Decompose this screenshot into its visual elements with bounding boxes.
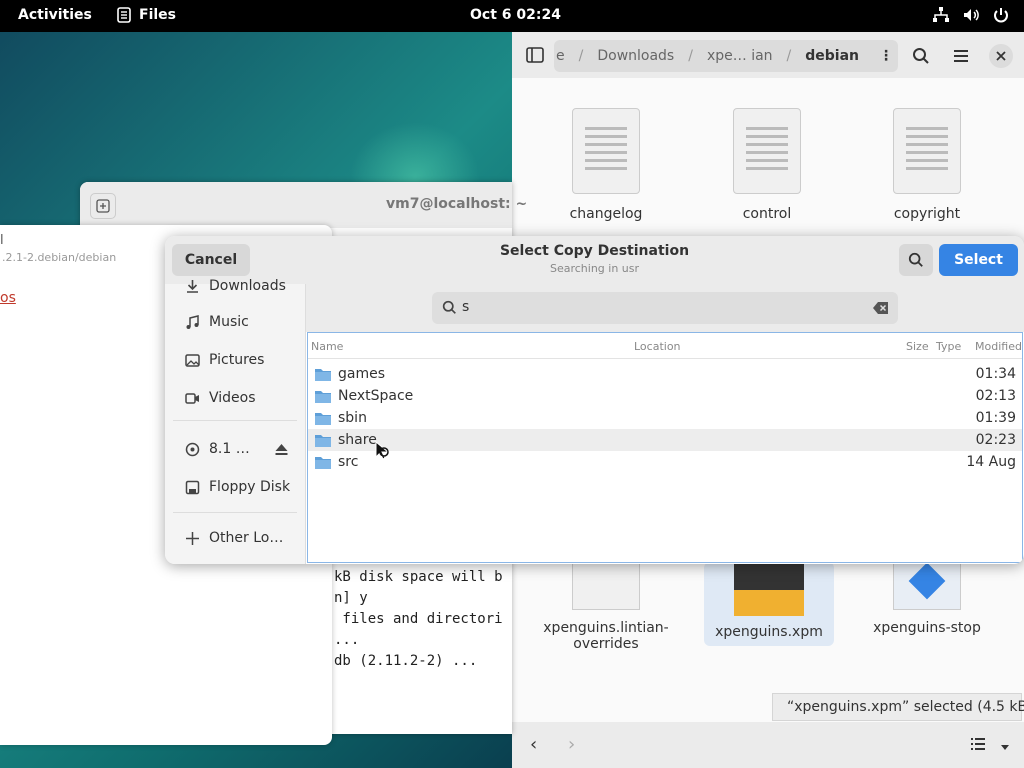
mouse-cursor-icon bbox=[375, 441, 390, 460]
column-location[interactable]: Location bbox=[634, 340, 681, 353]
sidebar-item-floppy[interactable]: Floppy Disk bbox=[185, 475, 290, 499]
eject-icon[interactable] bbox=[274, 442, 289, 457]
table-row[interactable]: games 01:34 bbox=[308, 363, 1022, 385]
clear-search-icon[interactable] bbox=[873, 302, 889, 314]
file-item[interactable]: changelog bbox=[541, 108, 671, 222]
places-sidebar: Downloads Music Pictures Videos 8.1 … Fl… bbox=[165, 278, 306, 564]
floppy-icon bbox=[185, 480, 200, 494]
volume-icon bbox=[964, 9, 979, 21]
path-segment[interactable]: e bbox=[556, 48, 565, 64]
search-icon bbox=[442, 300, 456, 314]
path-segment-current[interactable]: debian bbox=[805, 48, 859, 64]
selection-status: “xpenguins.xpm” selected (4.5 kB) bbox=[772, 693, 1024, 721]
files-app-icon bbox=[117, 7, 131, 23]
column-type[interactable]: Type bbox=[936, 340, 961, 353]
file-item-selected[interactable]: xpenguins.xpm bbox=[704, 562, 834, 646]
sidebar-toggle-icon[interactable] bbox=[524, 44, 546, 66]
search-bar: s bbox=[306, 284, 1024, 332]
path-menu-icon[interactable]: ⋮ bbox=[879, 48, 893, 64]
search-icon bbox=[908, 252, 923, 267]
music-icon bbox=[186, 314, 199, 329]
package-title: l bbox=[0, 233, 4, 248]
folder-icon bbox=[315, 413, 331, 425]
search-icon[interactable] bbox=[910, 45, 932, 67]
search-query: s bbox=[462, 299, 470, 315]
list-view-icon[interactable] bbox=[970, 736, 986, 755]
dialog-subtitle: Searching in usr bbox=[549, 262, 640, 275]
search-toggle-button[interactable] bbox=[899, 244, 933, 276]
table-row[interactable]: sbin 01:39 bbox=[308, 407, 1022, 429]
search-input[interactable]: s bbox=[432, 292, 898, 324]
path-segment[interactable]: xpe… ian bbox=[707, 48, 773, 64]
terminal-headerbar: vm7@localhost: ~ bbox=[80, 182, 527, 228]
terminal-title: vm7@localhost: ~ bbox=[386, 196, 528, 212]
table-row[interactable]: NextSpace 02:13 bbox=[308, 385, 1022, 407]
videos-icon bbox=[185, 392, 199, 404]
power-icon bbox=[994, 8, 1008, 23]
column-name[interactable]: Name bbox=[311, 340, 343, 353]
dialog-title: Select Copy Destination bbox=[499, 243, 690, 259]
folder-icon bbox=[315, 435, 331, 447]
folder-icon bbox=[315, 369, 331, 381]
activities-button[interactable]: Activities bbox=[18, 7, 92, 23]
clock[interactable]: Oct 6 02:24 bbox=[470, 7, 561, 23]
text-file-icon bbox=[572, 564, 640, 610]
path-bar[interactable]: e / Downloads / xpe… ian / debian ⋮ bbox=[554, 40, 898, 72]
file-item[interactable]: xpenguins.lintian-overrides bbox=[541, 564, 671, 652]
folder-icon bbox=[315, 391, 331, 403]
back-icon[interactable]: ‹ bbox=[530, 734, 537, 755]
network-icon bbox=[933, 7, 949, 22]
list-header: Name Location Size Type Modified bbox=[308, 333, 1022, 359]
plus-icon bbox=[186, 531, 199, 545]
executable-file-icon bbox=[893, 562, 961, 610]
select-destination-dialog: Select Copy Destination Searching in usr… bbox=[165, 236, 1024, 564]
close-icon[interactable] bbox=[989, 44, 1013, 68]
column-modified[interactable]: Modified bbox=[975, 340, 1022, 353]
folder-icon bbox=[315, 457, 331, 469]
text-file-icon bbox=[893, 108, 961, 194]
app-menu[interactable]: Files bbox=[117, 7, 176, 23]
disc-icon bbox=[185, 442, 200, 456]
files-bottom-bar: ‹ › bbox=[512, 722, 1024, 768]
package-link[interactable]: os bbox=[0, 290, 16, 306]
file-item[interactable]: copyright bbox=[862, 108, 992, 222]
sidebar-item-music[interactable]: Music bbox=[185, 310, 249, 334]
table-row[interactable]: share 02:23 bbox=[308, 429, 1022, 451]
file-item[interactable]: xpenguins-stop bbox=[862, 562, 992, 636]
forward-icon[interactable]: › bbox=[568, 734, 575, 755]
download-icon bbox=[187, 279, 198, 293]
top-bar: Activities Files Oct 6 02:24 bbox=[0, 0, 1024, 32]
sidebar-item-videos[interactable]: Videos bbox=[185, 386, 256, 410]
new-tab-icon[interactable] bbox=[90, 193, 116, 219]
text-file-icon bbox=[733, 108, 801, 194]
menu-icon[interactable] bbox=[950, 45, 972, 67]
text-file-icon bbox=[572, 108, 640, 194]
package-version: .2.1-2.debian/debian bbox=[2, 251, 117, 264]
sidebar-item-downloads[interactable]: Downloads bbox=[185, 274, 286, 298]
terminal-output[interactable]: kB disk space will b n] y files and direc… bbox=[334, 567, 503, 672]
sidebar-item-other-locations[interactable]: Other Lo… bbox=[185, 526, 283, 550]
file-item[interactable]: control bbox=[702, 108, 832, 222]
column-size[interactable]: Size bbox=[906, 340, 929, 353]
sidebar-item-disc[interactable]: 8.1 … bbox=[185, 437, 289, 461]
cancel-button[interactable]: Cancel bbox=[172, 244, 250, 276]
sidebar-item-pictures[interactable]: Pictures bbox=[185, 348, 264, 372]
image-thumbnail-icon bbox=[734, 564, 804, 616]
files-headerbar: e / Downloads / xpe… ian / debian ⋮ bbox=[512, 32, 1024, 78]
table-row[interactable]: src 14 Aug bbox=[308, 451, 1022, 473]
path-segment[interactable]: Downloads bbox=[597, 48, 674, 64]
select-button[interactable]: Select bbox=[939, 244, 1018, 276]
app-name: Files bbox=[139, 7, 176, 23]
dialog-headerbar: Select Copy Destination Searching in usr… bbox=[165, 236, 1024, 284]
pictures-icon bbox=[185, 353, 200, 367]
system-tray[interactable] bbox=[932, 6, 1010, 24]
view-options-chevron-icon[interactable] bbox=[1000, 737, 1010, 756]
search-results-list: Name Location Size Type Modified games 01… bbox=[307, 332, 1023, 563]
